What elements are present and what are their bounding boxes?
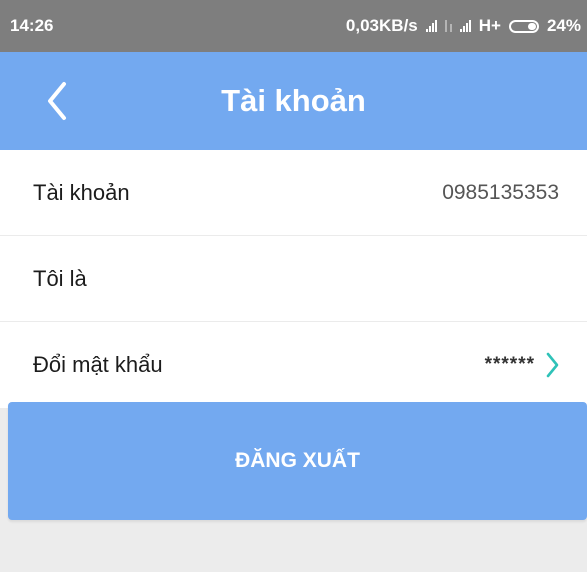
battery-level: 24% xyxy=(546,16,581,35)
status-indicators: 0,03KB/s H+ 24% xyxy=(346,16,581,36)
signal-icon xyxy=(425,20,437,32)
page-title: Tài khoản xyxy=(221,83,366,118)
change-password-label: Đổi mật khẩu xyxy=(33,352,163,377)
status-bar: 14:26 0,03KB/s H+ 24% xyxy=(0,0,587,52)
account-label: Tài khoản xyxy=(33,179,130,205)
back-button[interactable] xyxy=(32,74,82,128)
network-type: H+ xyxy=(478,16,501,35)
identity-label: Tôi là xyxy=(33,265,87,291)
account-value: 0985135353 xyxy=(442,180,559,204)
data-transfer-icon xyxy=(444,20,452,32)
identity-row[interactable]: Tôi là xyxy=(0,236,587,322)
signal-icon-2 xyxy=(459,20,471,32)
chevron-left-icon xyxy=(48,82,66,120)
nav-bar: Tài khoản xyxy=(0,52,587,150)
status-time: 14:26 xyxy=(10,16,54,35)
change-password-row[interactable]: Đổi mật khẩu ****** xyxy=(0,322,587,408)
account-row: Tài khoản 0985135353 xyxy=(0,150,587,236)
battery-icon xyxy=(508,19,539,33)
network-speed: 0,03KB/s xyxy=(345,16,418,35)
logout-button[interactable]: ĐĂNG XUẤT xyxy=(8,402,587,520)
password-mask: ****** xyxy=(484,354,535,375)
account-list: Tài khoản 0985135353 Tôi là Đổi mật khẩu… xyxy=(0,150,587,408)
chevron-right-icon xyxy=(546,352,559,378)
